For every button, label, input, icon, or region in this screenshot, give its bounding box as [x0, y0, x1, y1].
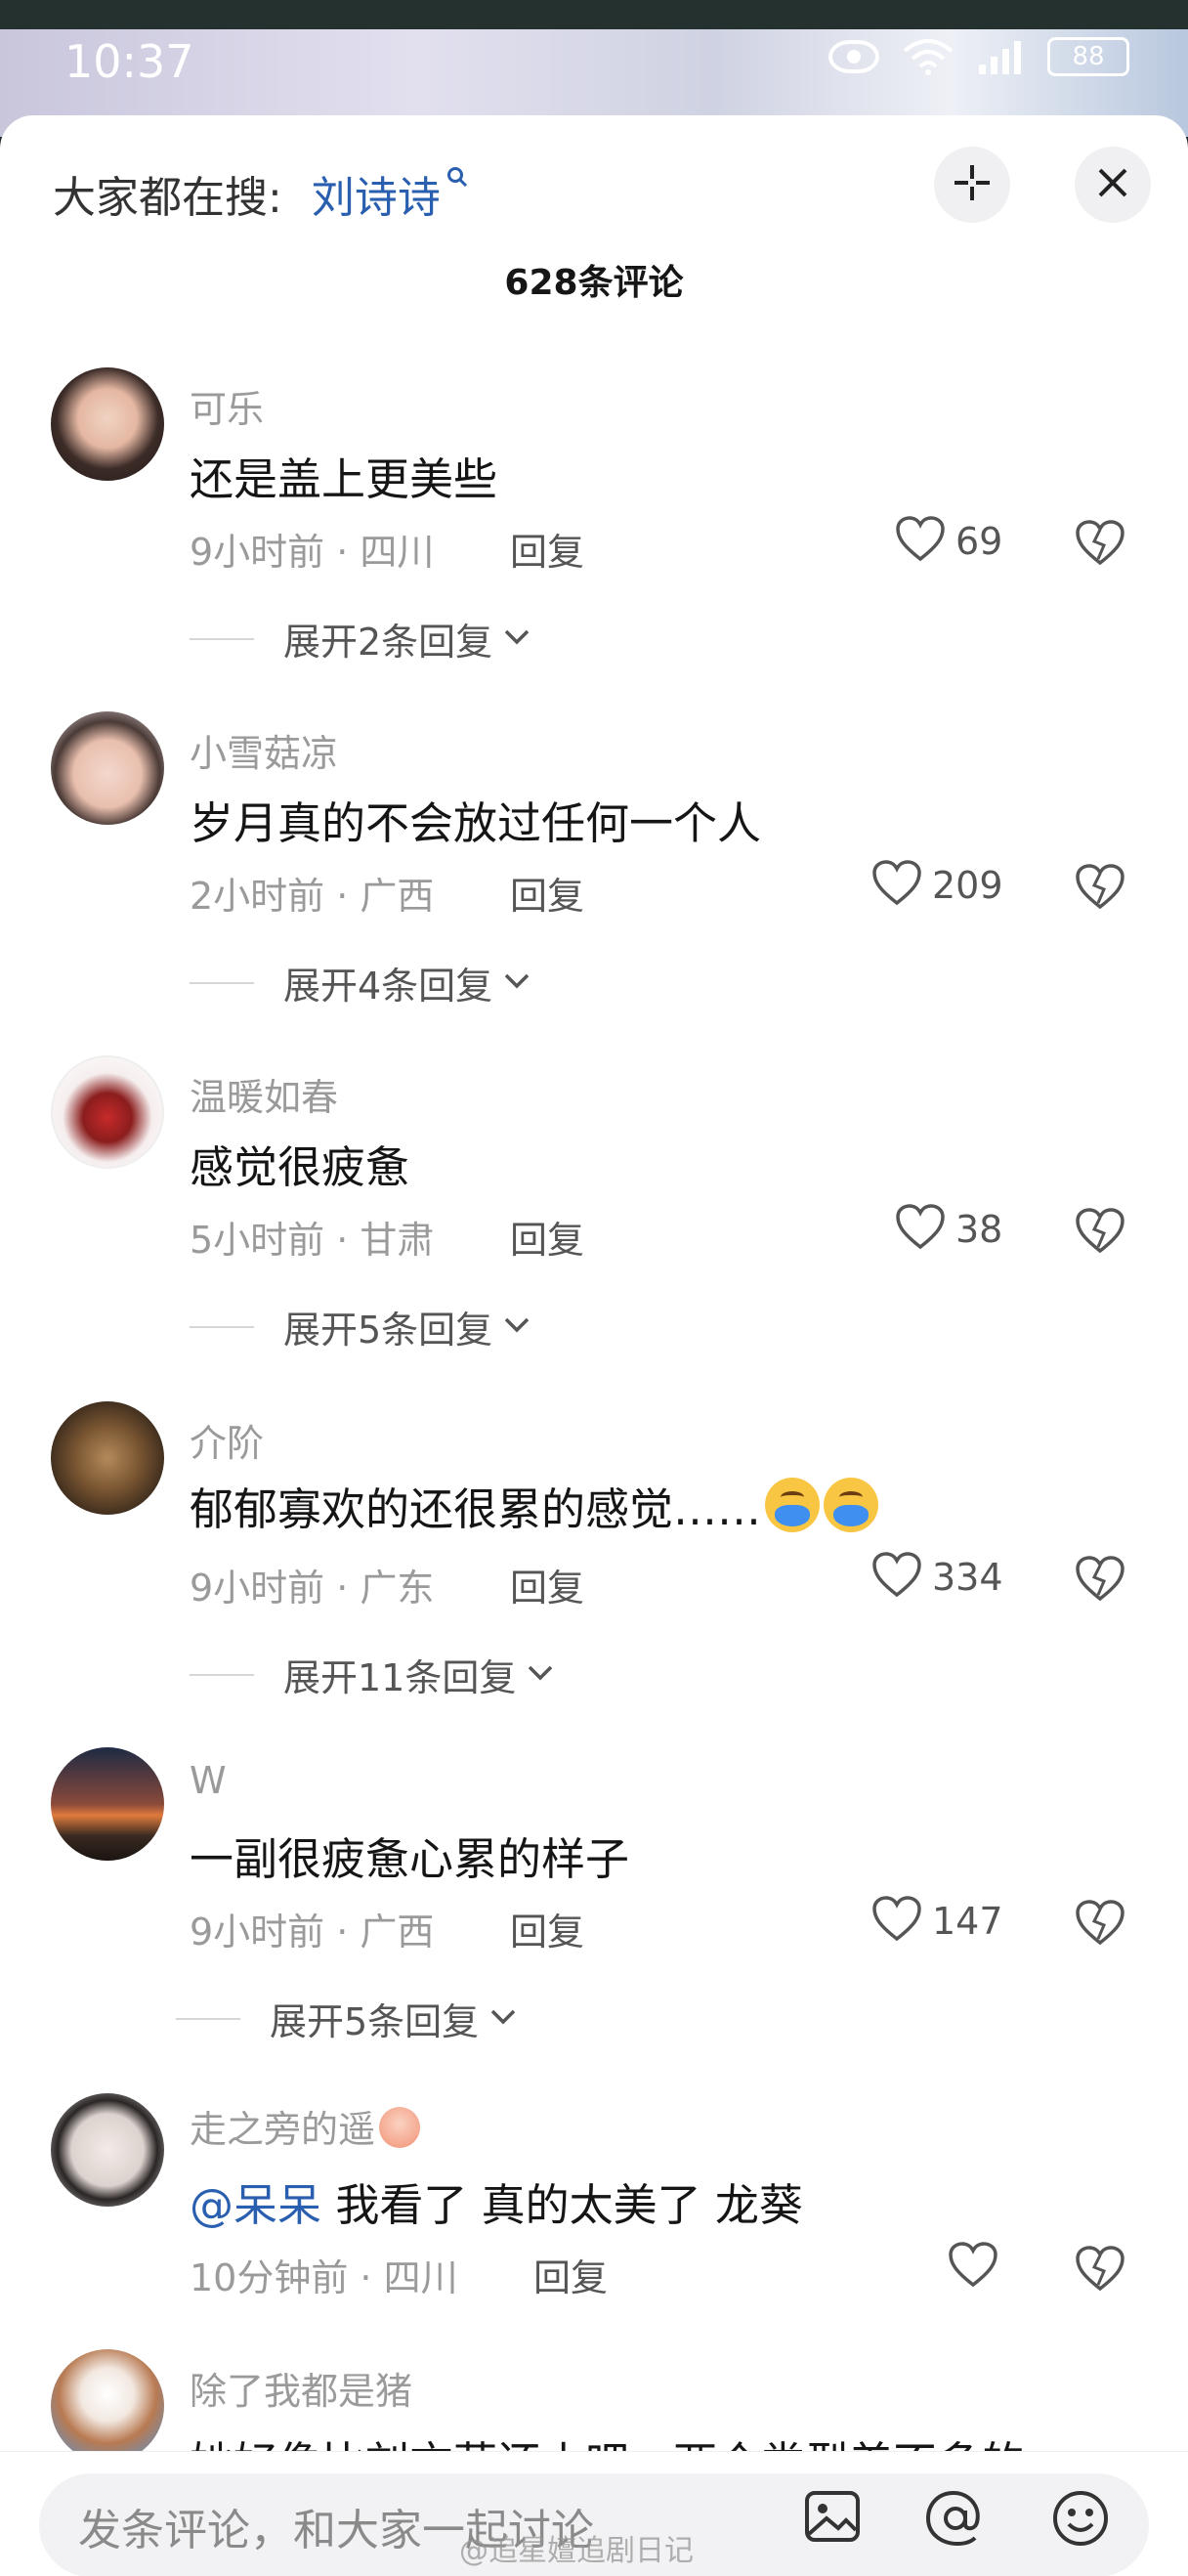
reply-button[interactable]: 回复 — [510, 866, 584, 920]
peach-badge-icon — [379, 2107, 421, 2148]
comment-count: 628条评论 — [504, 263, 684, 303]
like-button[interactable]: 147 — [871, 1896, 1003, 1947]
expand-replies[interactable]: 展开11条回复 — [190, 1648, 555, 1701]
heart-icon — [895, 516, 946, 567]
battery-icon: 88 — [1047, 37, 1129, 76]
avatar[interactable] — [51, 2349, 164, 2463]
expand-replies[interactable]: 展开5条回复 — [190, 1300, 531, 1353]
heart-icon — [948, 2242, 998, 2293]
close-icon — [1096, 166, 1129, 203]
avatar[interactable] — [51, 1401, 164, 1515]
avatar[interactable] — [51, 1055, 164, 1169]
comment-text[interactable]: 感觉很疲惫 — [190, 1132, 409, 1195]
like-count: 38 — [955, 1208, 1003, 1251]
signal-icon — [977, 37, 1026, 76]
comment-username[interactable]: 介阶 — [190, 1413, 264, 1467]
like-button[interactable] — [948, 2242, 998, 2293]
like-count: 334 — [932, 1556, 1003, 1599]
avatar[interactable] — [51, 2093, 164, 2207]
comment-username[interactable]: 走之旁的遥 — [190, 2099, 421, 2153]
search-icon — [446, 165, 468, 194]
chevron-down-icon — [488, 2007, 518, 2031]
eye-icon — [828, 40, 879, 73]
heart-icon — [871, 860, 922, 911]
reply-button[interactable]: 回复 — [510, 1210, 584, 1264]
trending-search-term[interactable]: 刘诗诗 — [312, 162, 441, 225]
like-count: 147 — [932, 1900, 1003, 1943]
chevron-down-icon — [502, 627, 531, 651]
reply-button[interactable]: 回复 — [533, 2248, 608, 2301]
comment-text[interactable]: 岁月真的不会放过任何一个人 — [190, 788, 761, 851]
avatar[interactable] — [51, 711, 164, 825]
like-count: 209 — [932, 864, 1003, 907]
avatar[interactable] — [51, 1747, 164, 1861]
reply-button[interactable]: 回复 — [510, 1902, 584, 1955]
dislike-icon[interactable] — [1075, 520, 1125, 571]
comment-meta: 9小时前 · 四川 — [190, 531, 435, 574]
mention-link[interactable]: @呆呆 — [190, 2179, 321, 2231]
hug-emoji-icon — [824, 1478, 879, 1532]
status-icons: 88 — [828, 37, 1129, 76]
battery-level: 88 — [1072, 42, 1105, 71]
chevron-down-icon — [526, 1663, 555, 1687]
wifi-icon — [901, 37, 955, 76]
trending-search-label: 大家都在搜: — [53, 173, 282, 223]
expand-replies-label: 展开2条回复 — [283, 621, 493, 664]
status-time: 10:37 — [64, 35, 194, 88]
collapse-icon — [951, 161, 994, 208]
status-bar: 10:37 88 — [0, 27, 1188, 98]
comment-meta: 9小时前 · 广西 — [190, 1911, 435, 1953]
close-button[interactable] — [1075, 147, 1151, 223]
emoji-icon[interactable] — [1051, 2489, 1110, 2552]
screen: 10:37 88 大家都在搜: 刘诗诗 628条评论 可乐 还是盖上更美些 9小… — [0, 0, 1188, 2576]
comment-username[interactable]: 温暖如春 — [190, 1067, 338, 1121]
avatar[interactable] — [51, 367, 164, 481]
comment-input-bar: 发条评论，和大家一起讨论 @追星嬗追剧日记 — [0, 2451, 1188, 2576]
like-button[interactable]: 69 — [895, 516, 1002, 567]
expand-replies[interactable]: 展开4条回复 — [190, 956, 531, 1009]
expand-replies[interactable]: 展开2条回复 — [190, 612, 531, 665]
comment-username[interactable]: W — [190, 1759, 227, 1802]
dislike-icon[interactable] — [1075, 2246, 1125, 2297]
comment-username[interactable]: 除了我都是猪 — [190, 2361, 412, 2415]
comment-meta: 2小时前 · 广西 — [190, 875, 435, 918]
image-icon[interactable] — [803, 2489, 862, 2548]
comment-text[interactable]: 还是盖上更美些 — [190, 444, 497, 507]
comment-meta: 10分钟前 · 四川 — [190, 2256, 458, 2299]
hug-emoji-icon — [765, 1478, 821, 1532]
reply-button[interactable]: 回复 — [510, 1558, 584, 1611]
collapse-button[interactable] — [934, 147, 1010, 223]
comment-meta: 5小时前 · 甘肃 — [190, 1219, 435, 1262]
dislike-icon[interactable] — [1075, 1900, 1125, 1951]
reply-button[interactable]: 回复 — [510, 522, 584, 576]
watermark: @追星嬗追剧日记 — [459, 2534, 694, 2568]
chevron-down-icon — [502, 971, 531, 995]
like-button[interactable]: 209 — [871, 860, 1003, 911]
trending-search[interactable]: 大家都在搜: 刘诗诗 — [53, 154, 468, 233]
expand-replies-label: 展开4条回复 — [283, 965, 493, 1008]
dislike-icon[interactable] — [1075, 1208, 1125, 1259]
comment-username[interactable]: 可乐 — [190, 379, 264, 433]
dislike-icon[interactable] — [1075, 864, 1125, 915]
expand-replies-label: 展开5条回复 — [283, 1309, 493, 1352]
comment-text[interactable]: 一副很疲惫心累的样子 — [190, 1824, 629, 1887]
like-button[interactable]: 38 — [895, 1204, 1002, 1255]
comments-sheet: 大家都在搜: 刘诗诗 628条评论 可乐 还是盖上更美些 9小时前 · 四川 回… — [0, 115, 1188, 2576]
comment-meta: 9小时前 · 广东 — [190, 1567, 435, 1610]
mention-icon[interactable] — [924, 2489, 987, 2552]
heart-icon — [871, 1552, 922, 1603]
like-button[interactable]: 334 — [871, 1552, 1003, 1603]
chevron-down-icon — [502, 1315, 531, 1339]
heart-icon — [871, 1896, 922, 1947]
comment-text[interactable]: 郁郁寡欢的还很累的感觉…… — [190, 1474, 879, 1537]
like-count: 69 — [955, 520, 1003, 563]
expand-replies-label: 展开5条回复 — [270, 2000, 480, 2043]
heart-icon — [895, 1204, 946, 1255]
expand-replies-label: 展开11条回复 — [283, 1656, 517, 1699]
expand-replies[interactable]: 展开5条回复 — [176, 1992, 518, 2045]
dislike-icon[interactable] — [1075, 1556, 1125, 1607]
comment-text[interactable]: @呆呆 我看了 真的太美了 龙葵 — [190, 2169, 803, 2233]
comment-username[interactable]: 小雪菇凉 — [190, 723, 338, 777]
